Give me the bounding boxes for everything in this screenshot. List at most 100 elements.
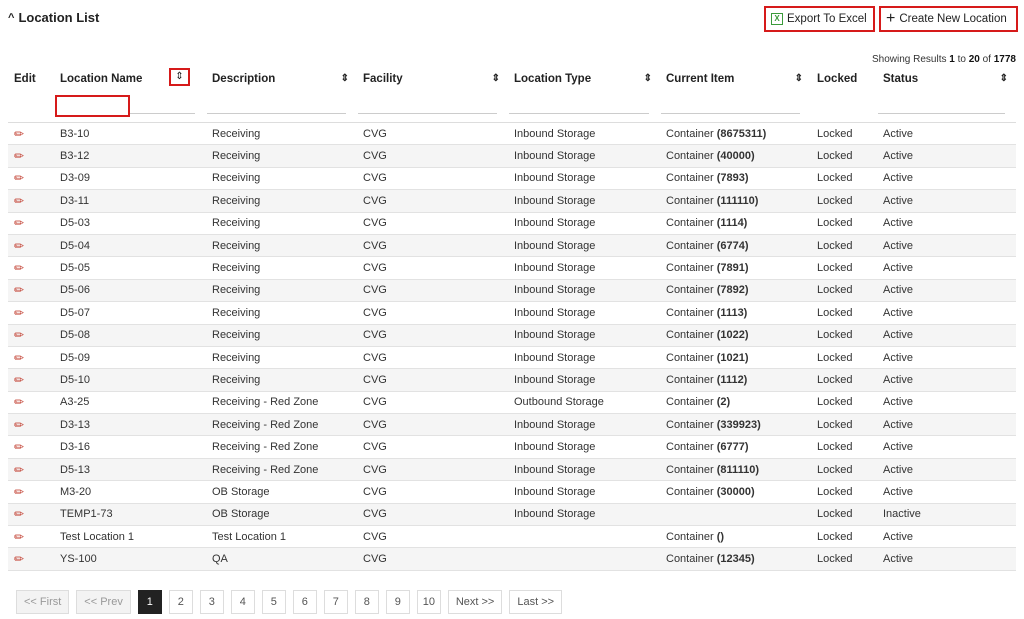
edit-pencil-icon[interactable]: ✏ [14, 507, 24, 521]
description-cell: Receiving [206, 324, 357, 347]
col-facility[interactable]: Facility ⇕ [357, 68, 508, 90]
location-type-cell: Inbound Storage [508, 122, 660, 146]
create-new-location-button[interactable]: + Create New Location [879, 6, 1018, 32]
table-row: ✏ D5-06 Receiving CVG Inbound Storage Contain… [8, 279, 1016, 303]
page-3-button[interactable]: 3 [199, 590, 224, 614]
edit-pencil-icon[interactable]: ✏ [14, 127, 24, 141]
description-cell: Receiving [206, 368, 357, 392]
edit-pencil-icon[interactable]: ✏ [14, 171, 24, 185]
description-cell: Receiving - Red Zone [206, 435, 357, 459]
description-cell: Receiving - Red Zone [206, 458, 357, 482]
location-name-sort-icon[interactable]: ⇕ [169, 68, 190, 86]
current-item-cell: Container (2) [660, 391, 811, 415]
edit-pencil-icon[interactable]: ✏ [14, 216, 24, 230]
page-7-button[interactable]: 7 [323, 590, 348, 614]
current-item-cell: Container (7892) [660, 279, 811, 303]
page-5-button[interactable]: 5 [261, 590, 286, 614]
location-name-filter-input[interactable] [55, 95, 130, 117]
facility-cell: CVG [357, 189, 508, 213]
table-row: ✏ D5-04 Receiving CVG Inbound Storage Contain… [8, 234, 1016, 258]
location-type-cell: Inbound Storage [508, 234, 660, 258]
facility-cell: CVG [357, 234, 508, 258]
facility-cell: CVG [357, 368, 508, 392]
edit-pencil-icon[interactable]: ✏ [14, 239, 24, 253]
facility-cell: CVG [357, 503, 508, 527]
next-page-button[interactable]: Next >> [447, 590, 503, 614]
current-item-cell: Container (339923) [660, 413, 811, 437]
location-type-cell: Inbound Storage [508, 480, 660, 504]
table-row: ✏ D5-09 Receiving CVG Inbound Storage Contain… [8, 346, 1016, 370]
location-type-cell: Inbound Storage [508, 167, 660, 191]
sort-icon[interactable]: ⇕ [795, 73, 803, 84]
locked-cell: Locked [811, 234, 877, 258]
edit-pencil-icon[interactable]: ✏ [14, 149, 24, 163]
status-cell: Active [877, 435, 1016, 459]
last-page-button[interactable]: Last >> [509, 590, 563, 614]
col-current-item[interactable]: Current Item ⇕ [660, 68, 811, 90]
edit-pencil-icon[interactable]: ✏ [14, 418, 24, 432]
page-4-button[interactable]: 4 [230, 590, 255, 614]
sort-icon[interactable]: ⇕ [492, 73, 500, 84]
page-2-button[interactable]: 2 [168, 590, 193, 614]
sort-icon[interactable]: ⇕ [341, 73, 349, 84]
status-cell: Active [877, 122, 1016, 146]
table-row: ✏ D3-13 Receiving - Red Zone CVG Inbound Sto… [8, 413, 1016, 437]
page-1-button[interactable]: 1 [137, 590, 162, 614]
section-header[interactable]: ^ Location List [8, 10, 99, 25]
sort-icon[interactable]: ⇕ [1000, 73, 1008, 84]
current-item-filter[interactable] [661, 99, 800, 114]
edit-pencil-icon[interactable]: ✏ [14, 395, 24, 409]
status-filter[interactable] [878, 99, 1005, 114]
location-name-cell: D5-08 [54, 324, 206, 347]
export-to-excel-button[interactable]: X Export To Excel [764, 6, 875, 32]
edit-pencil-icon[interactable]: ✏ [14, 485, 24, 499]
edit-pencil-icon[interactable]: ✏ [14, 306, 24, 320]
facility-cell: CVG [357, 525, 508, 549]
current-item-cell: Container (1022) [660, 324, 811, 347]
edit-pencil-icon[interactable]: ✏ [14, 283, 24, 297]
facility-cell: CVG [357, 413, 508, 437]
page-9-button[interactable]: 9 [385, 590, 410, 614]
table-row: ✏ M3-20 OB Storage CVG Inbound Storage Contai… [8, 480, 1016, 504]
edit-pencil-icon[interactable]: ✏ [14, 530, 24, 544]
edit-pencil-icon[interactable]: ✏ [14, 328, 24, 342]
col-location-type[interactable]: Location Type ⇕ [508, 68, 660, 90]
location-name-cell: D5-04 [54, 234, 206, 258]
col-status[interactable]: Status ⇕ [877, 68, 1016, 90]
edit-pencil-icon[interactable]: ✏ [14, 440, 24, 454]
table-row: ✏ B3-12 Receiving CVG Inbound Storage Contain… [8, 144, 1016, 168]
current-item-cell: Container (7891) [660, 256, 811, 280]
first-page-button[interactable]: << First [16, 590, 70, 614]
description-cell: OB Storage [206, 480, 357, 504]
prev-page-button[interactable]: << Prev [76, 590, 131, 614]
chevron-up-icon[interactable]: ^ [8, 12, 14, 24]
current-item-cell: Container (8675311) [660, 122, 811, 146]
facility-cell: CVG [357, 391, 508, 415]
location-name-cell: D3-16 [54, 435, 206, 459]
locked-cell: Locked [811, 547, 877, 571]
description-cell: Test Location 1 [206, 525, 357, 549]
edit-pencil-icon[interactable]: ✏ [14, 552, 24, 566]
status-cell: Active [877, 256, 1016, 280]
edit-pencil-icon[interactable]: ✏ [14, 261, 24, 275]
edit-pencil-icon[interactable]: ✏ [14, 194, 24, 208]
table-row: ✏ TEMP1-73 OB Storage CVG Inbound Storage Loc… [8, 503, 1016, 527]
facility-filter[interactable] [358, 99, 497, 114]
location-type-filter[interactable] [509, 99, 649, 114]
table-row: ✏ D5-05 Receiving CVG Inbound Storage Contain… [8, 256, 1016, 280]
description-filter[interactable] [207, 99, 346, 114]
description-cell: Receiving [206, 346, 357, 370]
edit-pencil-icon[interactable]: ✏ [14, 351, 24, 365]
locked-cell: Locked [811, 167, 877, 191]
edit-pencil-icon[interactable]: ✏ [14, 373, 24, 387]
page-10-button[interactable]: 10 [416, 590, 441, 614]
edit-pencil-icon[interactable]: ✏ [14, 463, 24, 477]
page-8-button[interactable]: 8 [354, 590, 379, 614]
sort-icon[interactable]: ⇕ [644, 73, 652, 84]
page-6-button[interactable]: 6 [292, 590, 317, 614]
status-cell: Active [877, 458, 1016, 482]
locked-cell: Locked [811, 480, 877, 504]
location-type-cell: Inbound Storage [508, 458, 660, 482]
locked-cell: Locked [811, 525, 877, 549]
col-description[interactable]: Description ⇕ [206, 68, 357, 90]
